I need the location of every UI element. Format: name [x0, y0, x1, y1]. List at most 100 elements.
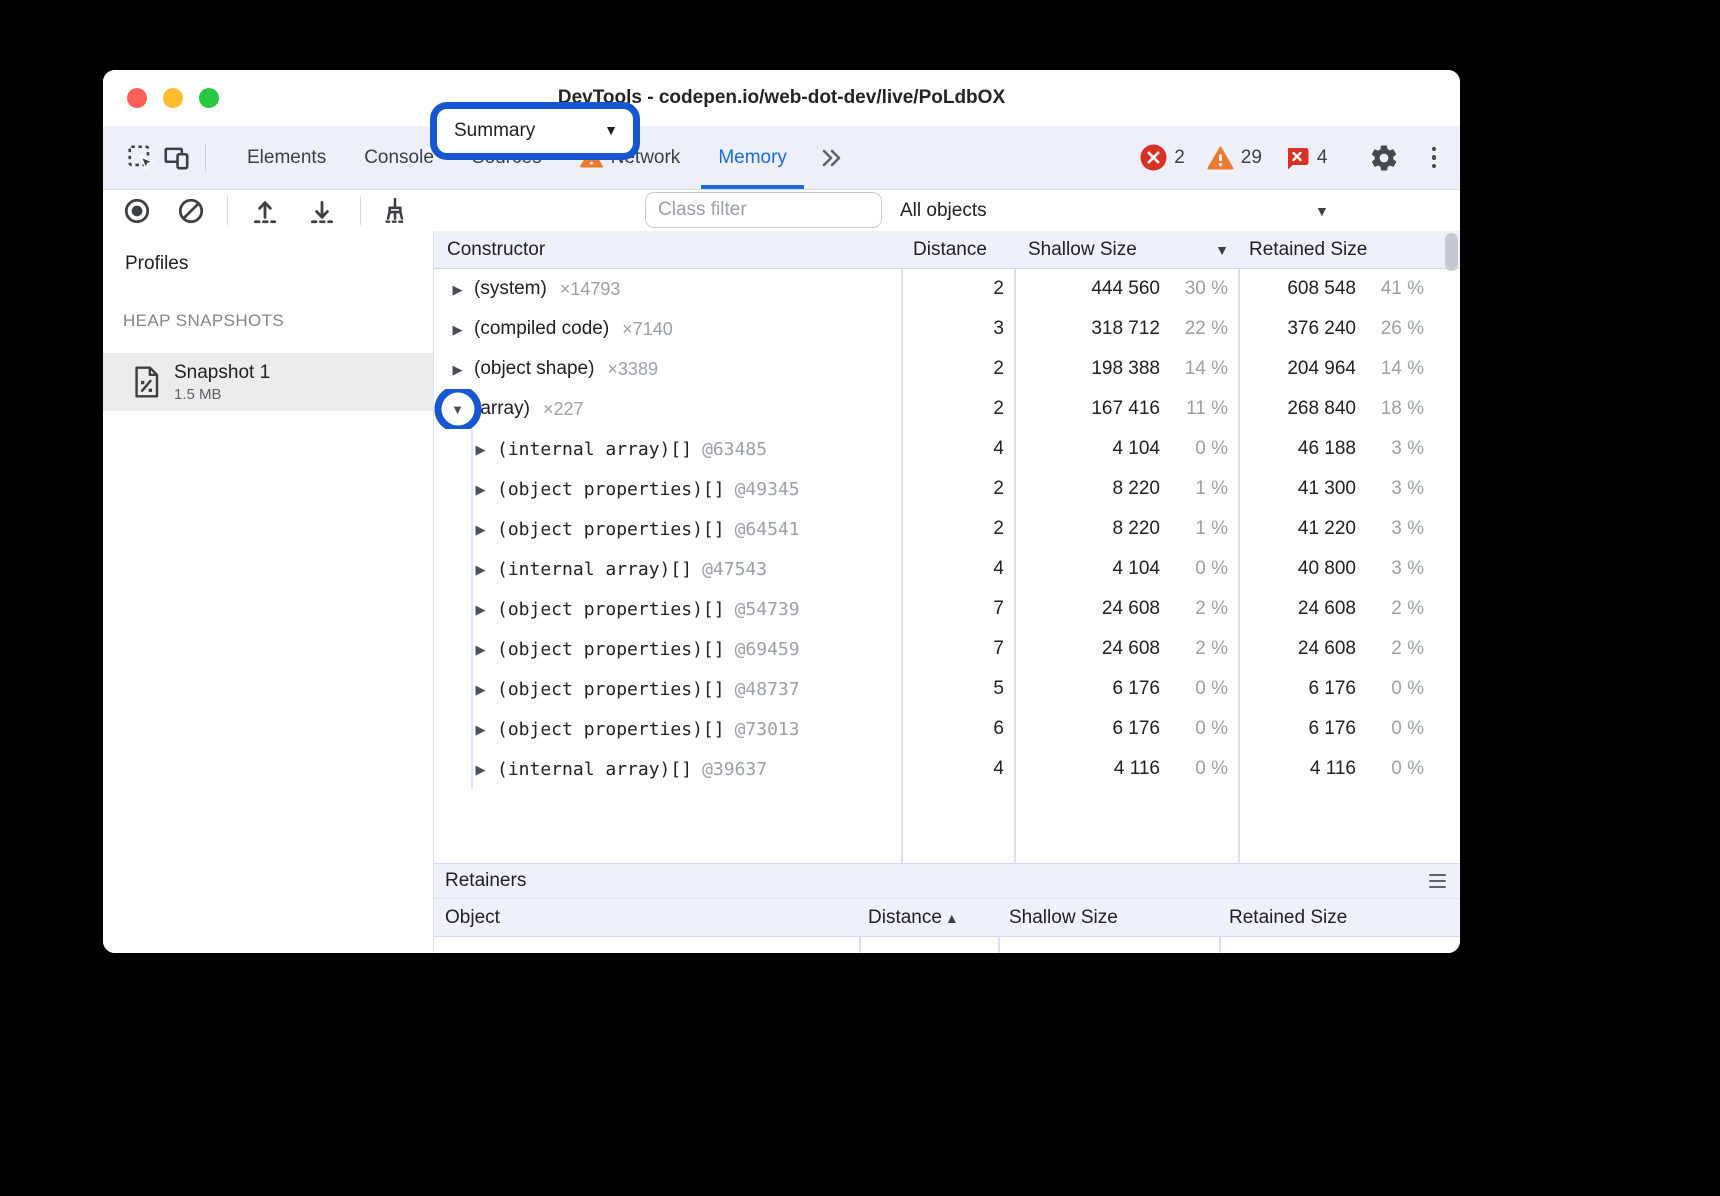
distance-cell: 7 — [901, 629, 1014, 669]
close-button[interactable] — [127, 88, 147, 108]
table-row[interactable]: ▶(object properties)[]@4873756 1760 %6 1… — [434, 669, 1460, 709]
retained-size-percent: 2 % — [1356, 598, 1424, 620]
tab-memory[interactable]: Memory — [699, 126, 806, 189]
warning-count-badge[interactable]: 29 — [1207, 146, 1262, 170]
inspect-element-button[interactable] — [123, 140, 159, 176]
table-row[interactable]: ▶(object properties)[]@54739724 6082 %24… — [434, 589, 1460, 629]
object-scope-select[interactable]: All objects — [900, 190, 987, 231]
table-row[interactable]: ▶(object properties)[]@7301366 1760 %6 1… — [434, 709, 1460, 749]
vertical-scrollbar-thumb[interactable] — [1445, 233, 1458, 271]
object-id: @54739 — [735, 599, 800, 620]
snapshot-item[interactable]: Snapshot 1 1.5 MB — [103, 353, 433, 411]
snapshot-size: 1.5 MB — [174, 386, 270, 403]
expand-toggle-icon[interactable]: ▶ — [450, 283, 465, 296]
shallow-size-cell: 8 2201 % — [1014, 469, 1238, 509]
shallow-size-value: 6 176 — [1112, 718, 1160, 740]
column-header-object[interactable]: Object — [434, 899, 859, 936]
column-header-shallow-size[interactable]: Shallow Size — [1014, 231, 1238, 268]
column-header-constructor[interactable]: Constructor — [434, 231, 901, 268]
expand-toggle-icon[interactable]: ▶ — [473, 683, 488, 696]
expand-toggle-icon[interactable]: ▶ — [473, 563, 488, 576]
expand-toggle-icon[interactable]: ▶ — [450, 323, 465, 336]
constructor-name: (object properties)[] — [497, 599, 725, 620]
save-profile-button[interactable] — [307, 196, 337, 226]
shallow-size-cell: 198 38814 % — [1014, 349, 1238, 389]
expand-toggle-icon[interactable]: ▶ — [473, 523, 488, 536]
retained-size-value: 376 240 — [1287, 318, 1356, 340]
expand-toggle-icon[interactable]: ▶ — [473, 763, 488, 776]
record-icon — [122, 196, 152, 226]
toggle-device-toolbar-button[interactable] — [159, 140, 195, 176]
shallow-size-value: 4 116 — [1114, 758, 1160, 780]
table-row[interactable]: ▶(object properties)[]@6454128 2201 %41 … — [434, 509, 1460, 549]
class-filter-input[interactable] — [645, 192, 882, 228]
constructor-cell: ▶(object properties)[]@64541 — [434, 509, 901, 549]
constructor-name: (system) — [474, 278, 547, 300]
retained-size-cell: 40 8003 % — [1238, 549, 1460, 589]
table-row[interactable]: ▶(object properties)[]@69459724 6082 %24… — [434, 629, 1460, 669]
collapse-toggle-icon[interactable]: ▼ — [450, 403, 465, 416]
table-row[interactable]: ▼(array)×2272167 41611 %268 84018 % — [434, 389, 1460, 429]
issue-count-badge[interactable]: 4 — [1284, 145, 1328, 171]
column-header-retained-size[interactable]: Retained Size — [1219, 899, 1460, 936]
retained-size-percent: 26 % — [1356, 318, 1424, 340]
kebab-icon — [1432, 147, 1437, 152]
retainers-menu-button[interactable] — [1429, 874, 1446, 889]
toolbar-separator — [360, 196, 361, 225]
table-row[interactable]: ▶(internal array)[]@3963744 1160 %4 1160… — [434, 749, 1460, 789]
record-heap-snapshot-button[interactable] — [122, 196, 152, 226]
error-count-badge[interactable]: 2 — [1140, 144, 1185, 171]
delete-selected-profile-button[interactable] — [380, 196, 410, 226]
device-toolbar-icon — [162, 143, 192, 173]
constructor-cell: ▼(array)×227 — [434, 389, 901, 429]
settings-button[interactable] — [1366, 140, 1402, 176]
table-row[interactable]: ▶(internal array)[]@4754344 1040 %40 800… — [434, 549, 1460, 589]
clear-profiles-button[interactable] — [176, 196, 206, 226]
retained-size-value: 24 608 — [1298, 638, 1356, 660]
retained-size-percent: 41 % — [1356, 278, 1424, 300]
table-row[interactable]: ▶(compiled code)×71403318 71222 %376 240… — [434, 309, 1460, 349]
heap-snapshot-view: Constructor Distance Shallow Size Retain… — [433, 231, 1460, 953]
object-id: @73013 — [735, 719, 800, 740]
distance-cell: 2 — [901, 469, 1014, 509]
table-row[interactable]: ▶(object properties)[]@4934528 2201 %41 … — [434, 469, 1460, 509]
minimize-button[interactable] — [163, 88, 183, 108]
expand-toggle-icon[interactable]: ▶ — [473, 603, 488, 616]
object-id: @69459 — [735, 639, 800, 660]
expand-toggle-icon[interactable]: ▶ — [473, 483, 488, 496]
more-tabs-button[interactable] — [806, 126, 856, 189]
column-header-distance[interactable]: Distance — [859, 899, 998, 936]
chevron-down-icon[interactable] — [1315, 190, 1329, 231]
heap-grid-header: Constructor Distance Shallow Size Retain… — [434, 231, 1460, 269]
retained-size-cell: 24 6082 % — [1238, 629, 1460, 669]
chevron-double-right-icon — [818, 147, 844, 169]
tabbar-left-controls — [103, 126, 218, 189]
retained-size-value: 24 608 — [1298, 598, 1356, 620]
retained-size-cell: 41 2203 % — [1238, 509, 1460, 549]
shallow-size-percent: 2 % — [1160, 598, 1228, 620]
column-header-distance[interactable]: Distance — [901, 231, 1014, 268]
object-id: @63485 — [702, 439, 767, 460]
table-row[interactable]: ▶(internal array)[]@6348544 1040 %46 188… — [434, 429, 1460, 469]
distance-cell: 3 — [901, 309, 1014, 349]
instance-count: ×14793 — [560, 279, 621, 300]
profile-view-select[interactable]: Summary — [437, 120, 633, 142]
tab-elements[interactable]: Elements — [228, 126, 345, 189]
shallow-size-value: 4 104 — [1112, 438, 1160, 460]
shallow-size-value: 198 388 — [1091, 358, 1160, 380]
expand-toggle-icon[interactable]: ▶ — [473, 443, 488, 456]
expand-toggle-icon[interactable]: ▶ — [450, 363, 465, 376]
load-profile-button[interactable] — [250, 196, 280, 226]
table-row[interactable]: ▶(system)×147932444 56030 %608 54841 % — [434, 269, 1460, 309]
retained-size-cell: 24 6082 % — [1238, 589, 1460, 629]
column-header-shallow-size[interactable]: Shallow Size — [998, 899, 1219, 936]
zoom-button[interactable] — [199, 88, 219, 108]
object-id: @48737 — [735, 679, 800, 700]
distance-cell: 6 — [901, 709, 1014, 749]
table-row[interactable]: ▶(object shape)×33892198 38814 %204 9641… — [434, 349, 1460, 389]
main-menu-button[interactable] — [1422, 147, 1447, 169]
expand-toggle-icon[interactable]: ▶ — [473, 723, 488, 736]
expand-toggle-icon[interactable]: ▶ — [473, 643, 488, 656]
column-header-retained-size[interactable]: Retained Size — [1238, 231, 1460, 268]
retainers-title: Retainers — [445, 870, 526, 892]
